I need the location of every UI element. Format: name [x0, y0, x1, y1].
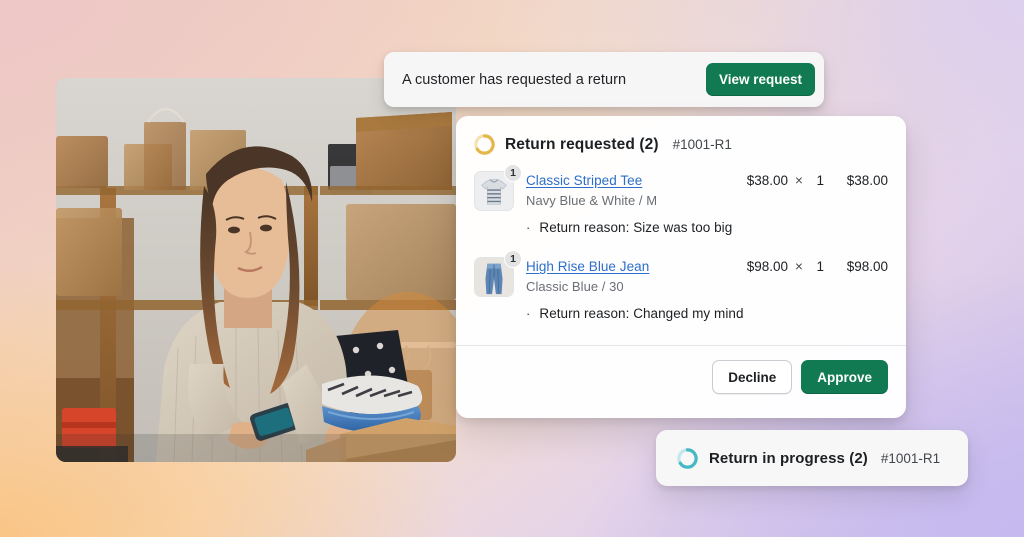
unit-price: $38.00 [746, 173, 788, 188]
return-in-progress-toast: Return in progress (2) #1001-R1 [656, 430, 968, 486]
approve-button[interactable]: Approve [801, 360, 888, 394]
product-variant: Classic Blue / 30 [526, 279, 624, 294]
promotional-composition: A customer has requested a return View r… [0, 0, 1024, 537]
decline-button[interactable]: Decline [712, 360, 793, 394]
progress-status-label: Return in progress (2) [709, 449, 868, 467]
quantity-badge: 1 [504, 164, 522, 182]
line-item-row: 1 Classic Striped Tee Navy Blue & White … [474, 164, 888, 211]
quantity-badge: 1 [504, 250, 522, 268]
product-title-link[interactable]: High Rise Blue Jean [526, 259, 649, 274]
warehouse-returns-photo [56, 78, 456, 462]
line-item: 1 Classic Striped Tee Navy Blue & White … [456, 164, 906, 235]
return-requested-status-icon [474, 134, 495, 155]
line-item-pricing: $38.00 × 1 $38.00 [732, 171, 888, 188]
card-header: Return requested (2) #1001-R1 [456, 116, 906, 169]
return-requested-card: Return requested (2) #1001-R1 1 Classic … [456, 116, 906, 418]
unit-price: $98.00 [746, 259, 788, 274]
line-item-info: High Rise Blue Jean Classic Blue / 30 [526, 257, 732, 294]
product-variant: Navy Blue & White / M [526, 193, 658, 208]
card-action-bar: Decline Approve [456, 346, 906, 394]
line-item: 1 High Rise Blue Jean Classic Blue / 30 … [456, 250, 906, 321]
return-reason-text: Return reason: Changed my mind [539, 306, 744, 321]
return-request-toast: A customer has requested a return View r… [384, 52, 824, 107]
bullet-icon: · [526, 306, 531, 321]
line-item-info: Classic Striped Tee Navy Blue & White / … [526, 171, 732, 208]
toast-message: A customer has requested a return [402, 71, 627, 88]
card-status-label: Return requested (2) [505, 135, 659, 153]
line-total: $98.00 [846, 259, 888, 274]
return-reason: · Return reason: Size was too big [526, 220, 888, 235]
return-reason-text: Return reason: Size was too big [539, 220, 733, 235]
bullet-icon: · [526, 220, 531, 235]
multiply-symbol: × [795, 173, 803, 188]
product-thumbnail-wrap: 1 [474, 250, 522, 297]
return-in-progress-status-icon [677, 447, 698, 469]
line-quantity: 1 [816, 259, 824, 274]
line-total: $38.00 [846, 173, 888, 188]
product-thumbnail-wrap: 1 [474, 164, 522, 211]
progress-order-id: #1001-R1 [880, 450, 941, 466]
view-request-button[interactable]: View request [705, 63, 815, 96]
multiply-symbol: × [795, 259, 803, 274]
line-item-row: 1 High Rise Blue Jean Classic Blue / 30 … [474, 250, 888, 297]
product-title-link[interactable]: Classic Striped Tee [526, 173, 642, 188]
line-quantity: 1 [816, 173, 824, 188]
return-reason: · Return reason: Changed my mind [526, 306, 888, 321]
card-order-id: #1001-R1 [672, 137, 732, 152]
line-item-pricing: $98.00 × 1 $98.00 [732, 257, 888, 274]
